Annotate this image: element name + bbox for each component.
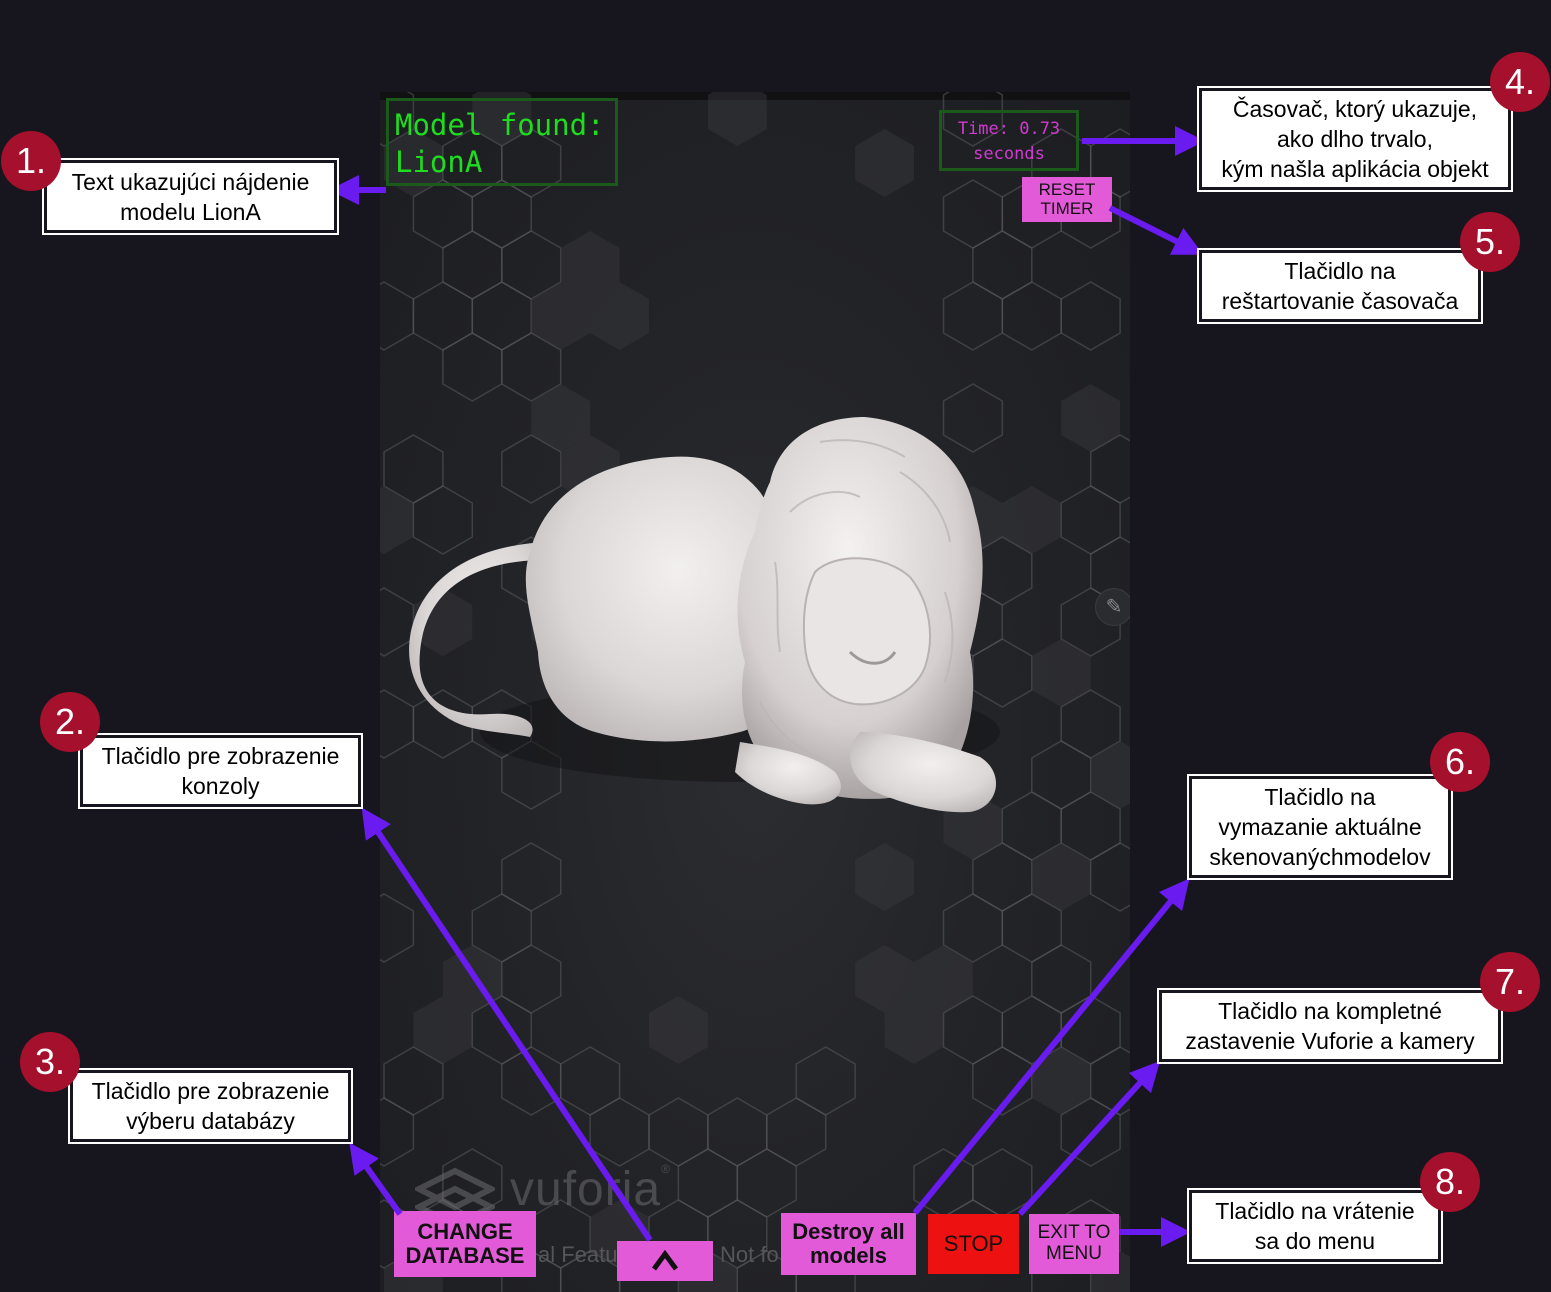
destroy-all-models-button[interactable]: Destroy all models — [781, 1213, 916, 1275]
callout-3: Tlačidlo pre zobrazenie výberu databázy — [68, 1068, 353, 1144]
ar-camera-view: vuforia® al Featu Not fo ✎ — [380, 92, 1130, 1292]
detection-timer: Time: 0.73 seconds — [939, 110, 1079, 171]
badge-3: 3. — [20, 1032, 80, 1092]
callout-2: Tlačidlo pre zobrazenie konzoly — [78, 733, 363, 809]
badge-5: 5. — [1460, 212, 1520, 272]
callout-4: Časovač, ktorý ukazuje, ako dlho trvalo,… — [1197, 86, 1513, 192]
badge-8: 8. — [1420, 1152, 1480, 1212]
callout-1: Text ukazujúci nájdenie modelu LionA — [42, 158, 339, 235]
badge-6: 6. — [1430, 732, 1490, 792]
badge-7: 7. — [1480, 952, 1540, 1012]
chevron-up-icon — [651, 1250, 679, 1271]
callout-8: Tlačidlo na vrátenie sa do menu — [1187, 1188, 1443, 1264]
exit-to-menu-button[interactable]: EXIT TO MENU — [1029, 1214, 1119, 1274]
badge-2: 2. — [40, 692, 100, 752]
watermark-note-right: Not fo — [720, 1242, 779, 1267]
callout-5: Tlačidlo na reštartovanie časovača — [1197, 248, 1483, 324]
model-found-status: Model found: LionA — [386, 98, 618, 186]
callout-6: Tlačidlo na vymazanie aktuálne skenovaný… — [1187, 774, 1453, 880]
change-database-button[interactable]: CHANGE DATABASE — [394, 1211, 536, 1277]
stop-button[interactable]: STOP — [928, 1214, 1019, 1274]
watermark-note-left: al Featu — [538, 1242, 618, 1267]
edit-pencil-icon[interactable]: ✎ — [1095, 588, 1130, 626]
lion-model-image — [409, 417, 1000, 813]
badge-4: 4. — [1490, 52, 1550, 112]
vuforia-wordmark: vuforia® — [510, 1162, 671, 1216]
reset-timer-button[interactable]: RESET TIMER — [1022, 177, 1112, 222]
callout-7: Tlačidlo na kompletné zastavenie Vuforie… — [1157, 988, 1503, 1064]
badge-1: 1. — [1, 131, 61, 191]
console-toggle-button[interactable] — [617, 1241, 713, 1281]
